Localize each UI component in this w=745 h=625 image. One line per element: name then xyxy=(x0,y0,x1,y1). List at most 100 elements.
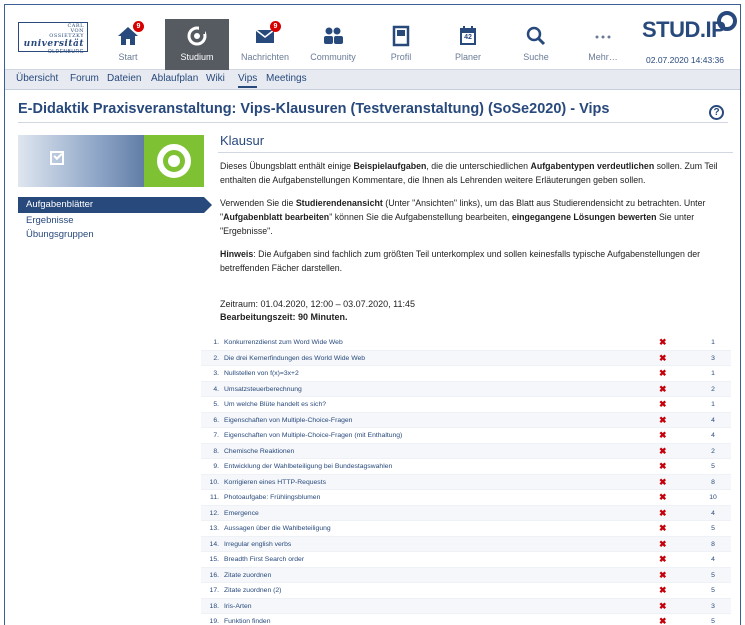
not-answered-icon: ✖ xyxy=(659,399,667,409)
task-number: 10. xyxy=(209,478,219,486)
nav-studium-label: Studium xyxy=(180,52,214,62)
studip-ring-icon xyxy=(717,11,738,31)
task-points: 5 xyxy=(711,525,715,532)
task-points: 4 xyxy=(711,416,715,424)
tab-uebersicht[interactable]: Übersicht xyxy=(16,73,58,84)
task-number: 8. xyxy=(213,447,219,455)
task-points: 4 xyxy=(711,509,715,517)
nav-profil[interactable]: Profil xyxy=(369,19,433,70)
task-link[interactable]: Konkurrenzdienst zum Word Wide Web xyxy=(224,335,343,351)
task-row: 5. Um welche Blüte handelt es sich? ✖ 1 xyxy=(201,397,731,413)
nav-nachrichten[interactable]: 9 Nachrichten xyxy=(233,19,297,70)
task-points: 8 xyxy=(711,540,715,548)
not-answered-icon: ✖ xyxy=(659,368,667,378)
task-row: 3. Nullstellen von f(x)=3x+2 ✖ 1 xyxy=(201,366,731,382)
datetime: 02.07.2020 14:43:36 xyxy=(646,55,724,65)
task-link[interactable]: Um welche Blüte handelt es sich? xyxy=(224,397,326,413)
task-link[interactable]: Aussagen über die Wahlbeteiligung xyxy=(224,521,331,537)
university-logo[interactable]: CARL VON OSSIETZKY universität OLDENBURG xyxy=(18,22,88,55)
task-link[interactable]: Iris-Arten xyxy=(224,599,252,615)
task-number: 15. xyxy=(209,556,219,563)
task-link[interactable]: Chemische Reaktionen xyxy=(224,444,294,460)
vips-ring-icon xyxy=(157,144,191,178)
calendar-icon: 42 xyxy=(456,25,480,47)
task-row: 10. Korrigieren eines HTTP-Requests ✖ 8 xyxy=(201,474,731,491)
community-icon xyxy=(321,25,345,47)
task-row: 14. Irregular english verbs ✖ 8 xyxy=(201,536,731,553)
nav-mehr-label: Mehr… xyxy=(588,52,618,62)
task-link[interactable]: Umsatzsteuerberechnung xyxy=(224,382,302,398)
task-row: 16. Zitate zuordnen ✖ 5 xyxy=(201,567,731,584)
task-number: 2. xyxy=(213,354,219,362)
task-number: 4. xyxy=(213,385,219,393)
task-link[interactable]: Breadth First Search order xyxy=(224,552,304,568)
task-link[interactable]: Funktion finden xyxy=(224,614,270,625)
nav-suche[interactable]: Suche xyxy=(504,19,568,70)
tab-dateien[interactable]: Dateien xyxy=(107,73,141,84)
task-number: 7. xyxy=(213,432,219,439)
calendar-day: 42 xyxy=(464,34,472,41)
nav-planer-label: Planer xyxy=(454,52,481,62)
checklist-icon xyxy=(50,151,64,165)
tab-vips[interactable]: Vips xyxy=(238,73,258,88)
task-link[interactable]: Korrigieren eines HTTP-Requests xyxy=(224,475,326,491)
sidebar-item-aufgabenblaetter[interactable]: Aufgabenblätter xyxy=(18,197,212,213)
task-points: 2 xyxy=(711,385,715,393)
task-link[interactable]: Die drei Kernerfindungen des World Wide … xyxy=(224,351,365,367)
task-number: 3. xyxy=(213,370,219,377)
sidebar-item-uebungsgruppen[interactable]: Übungsgruppen xyxy=(18,228,204,242)
task-number: 1. xyxy=(213,339,219,346)
nav-nachrichten-label: Nachrichten xyxy=(240,52,290,62)
nav-mehr[interactable]: Mehr… xyxy=(571,19,635,70)
task-points: 10 xyxy=(709,494,717,501)
task-link[interactable]: Emergence xyxy=(224,506,259,522)
not-answered-icon: ✖ xyxy=(659,616,667,625)
tab-wiki[interactable]: Wiki xyxy=(206,73,225,84)
sheet-content: Klausur Dieses Übungsblatt enthält einig… xyxy=(218,133,733,324)
task-link[interactable]: Eigenschaften von Multiple-Choice-Fragen… xyxy=(224,428,402,444)
nav-planer[interactable]: 42 Planer xyxy=(436,19,500,70)
task-points: 1 xyxy=(711,401,715,408)
not-answered-icon: ✖ xyxy=(659,600,667,611)
nav-start[interactable]: 9 Start xyxy=(96,19,160,70)
browser-frame: CARL VON OSSIETZKY universität OLDENBURG… xyxy=(4,4,741,625)
task-points: 2 xyxy=(711,447,715,455)
mail-icon: 9 xyxy=(253,21,281,47)
sidebar-item-ergebnisse[interactable]: Ergebnisse xyxy=(18,214,204,228)
task-row: 6. Eigenschaften von Multiple-Choice-Frag… xyxy=(201,412,731,429)
tab-ablaufplan[interactable]: Ablaufplan xyxy=(151,73,198,84)
sidebar-navigation: Aufgabenblätter Ergebnisse Übungsgruppen xyxy=(18,197,212,242)
top-navigation: CARL VON OSSIETZKY universität OLDENBURG… xyxy=(5,5,740,70)
task-link[interactable]: Nullstellen von f(x)=3x+2 xyxy=(224,366,299,382)
page-title: E-Didaktik Praxisveranstaltung: Vips-Kla… xyxy=(18,101,610,117)
help-icon[interactable]: ? xyxy=(709,105,724,120)
task-link[interactable]: Entwicklung der Wahlbeteiligung bei Bund… xyxy=(224,459,392,475)
not-answered-icon: ✖ xyxy=(659,461,667,471)
task-link[interactable]: Irregular english verbs xyxy=(224,537,291,553)
task-number: 9. xyxy=(213,463,219,470)
course-tabs: Übersicht Forum Dateien Ablaufplan Wiki … xyxy=(5,70,740,90)
task-row: 8. Chemische Reaktionen ✖ 2 xyxy=(201,443,731,460)
task-row: 9. Entwicklung der Wahlbeteiligung bei Bu… xyxy=(201,459,731,475)
task-link[interactable]: Zitate zuordnen (2) xyxy=(224,583,281,599)
not-answered-icon: ✖ xyxy=(659,414,667,425)
tab-meetings[interactable]: Meetings xyxy=(266,73,307,84)
studip-logo[interactable]: STUD.IP xyxy=(642,11,738,43)
not-answered-icon: ✖ xyxy=(659,352,667,363)
nav-community[interactable]: Community xyxy=(301,19,365,70)
nav-studium[interactable]: Studium xyxy=(165,19,229,70)
task-link[interactable]: Eigenschaften von Multiple-Choice-Fragen xyxy=(224,413,352,429)
tab-forum[interactable]: Forum xyxy=(70,73,99,84)
not-answered-icon: ✖ xyxy=(659,507,667,518)
task-link[interactable]: Zitate zuordnen xyxy=(224,568,271,584)
task-row: 7. Eigenschaften von Multiple-Choice-Frag… xyxy=(201,428,731,444)
task-points: 4 xyxy=(711,556,715,563)
task-row: 17. Zitate zuordnen (2) ✖ 5 xyxy=(201,583,731,599)
sheet-period: Zeitraum: 01.04.2020, 12:00 – 03.07.2020… xyxy=(220,299,415,309)
task-number: 19. xyxy=(209,618,219,625)
task-number: 6. xyxy=(213,416,219,424)
not-answered-icon: ✖ xyxy=(659,445,667,456)
task-link[interactable]: Photoaufgabe: Frühlingsblumen xyxy=(224,490,320,506)
task-points: 1 xyxy=(711,370,715,377)
not-answered-icon: ✖ xyxy=(659,383,667,394)
